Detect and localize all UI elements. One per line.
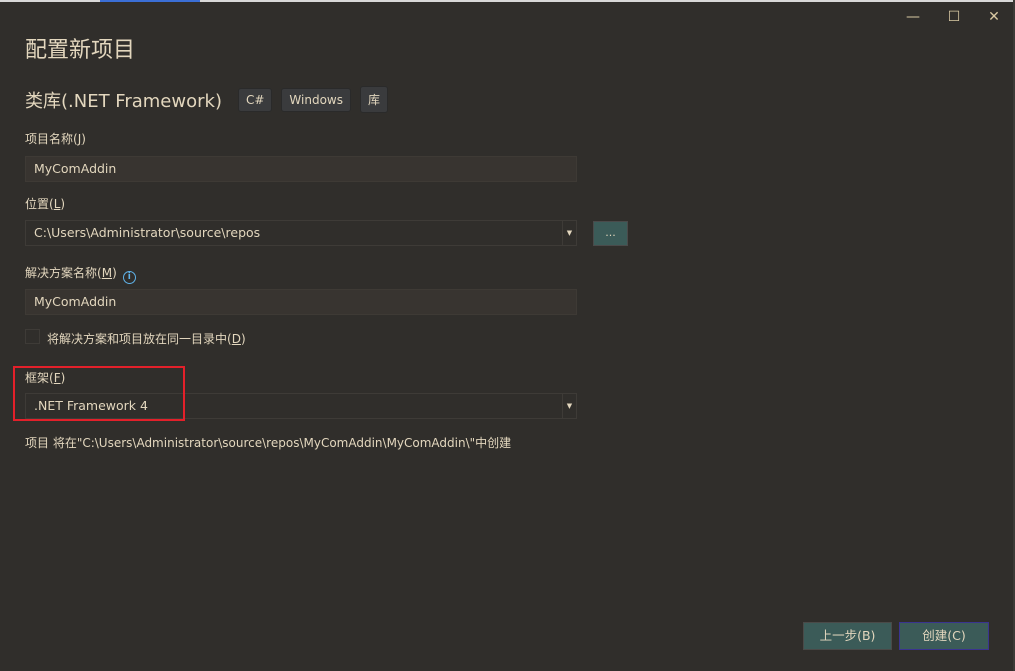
same-directory-label[interactable]: 将解决方案和项目放在同一目录中(D) bbox=[47, 330, 246, 347]
page-title: 配置新项目 bbox=[25, 38, 136, 63]
close-icon[interactable]: ✕ bbox=[979, 6, 1009, 28]
minimize-icon[interactable]: — bbox=[898, 6, 928, 28]
same-directory-checkbox[interactable] bbox=[25, 329, 40, 344]
tag-platform: Windows bbox=[281, 87, 351, 112]
project-name-label: 项目名称(J) bbox=[25, 132, 86, 146]
info-icon[interactable]: i bbox=[122, 271, 136, 284]
solution-name-label: 解决方案名称(M) i bbox=[25, 264, 136, 284]
tag-type: 库 bbox=[359, 86, 388, 113]
browse-button[interactable]: ... bbox=[593, 221, 628, 246]
tag-language: C# bbox=[237, 87, 273, 112]
active-indicator bbox=[100, 0, 200, 2]
solution-name-input[interactable]: MyComAddin bbox=[25, 289, 577, 315]
template-header: 类库(.NET Framework) C# Windows 库 bbox=[25, 86, 397, 113]
highlight-box bbox=[13, 366, 185, 421]
top-border bbox=[0, 0, 1015, 2]
chevron-down-icon[interactable]: ▼ bbox=[562, 394, 576, 418]
create-button[interactable]: 创建(C) bbox=[899, 622, 989, 650]
location-value: C:\Users\Administrator\source\repos bbox=[34, 225, 261, 240]
project-name-input[interactable]: MyComAddin bbox=[25, 156, 577, 182]
location-label: 位置(L) bbox=[25, 197, 66, 211]
chevron-down-icon[interactable]: ▼ bbox=[562, 221, 576, 245]
back-button[interactable]: 上一步(B) bbox=[803, 622, 892, 650]
maximize-icon[interactable]: ☐ bbox=[939, 6, 969, 28]
location-combobox[interactable]: C:\Users\Administrator\source\repos ▼ bbox=[25, 220, 577, 246]
path-note: 项目 将在"C:\Users\Administrator\source\repo… bbox=[25, 436, 512, 450]
template-name: 类库(.NET Framework) bbox=[25, 90, 222, 112]
